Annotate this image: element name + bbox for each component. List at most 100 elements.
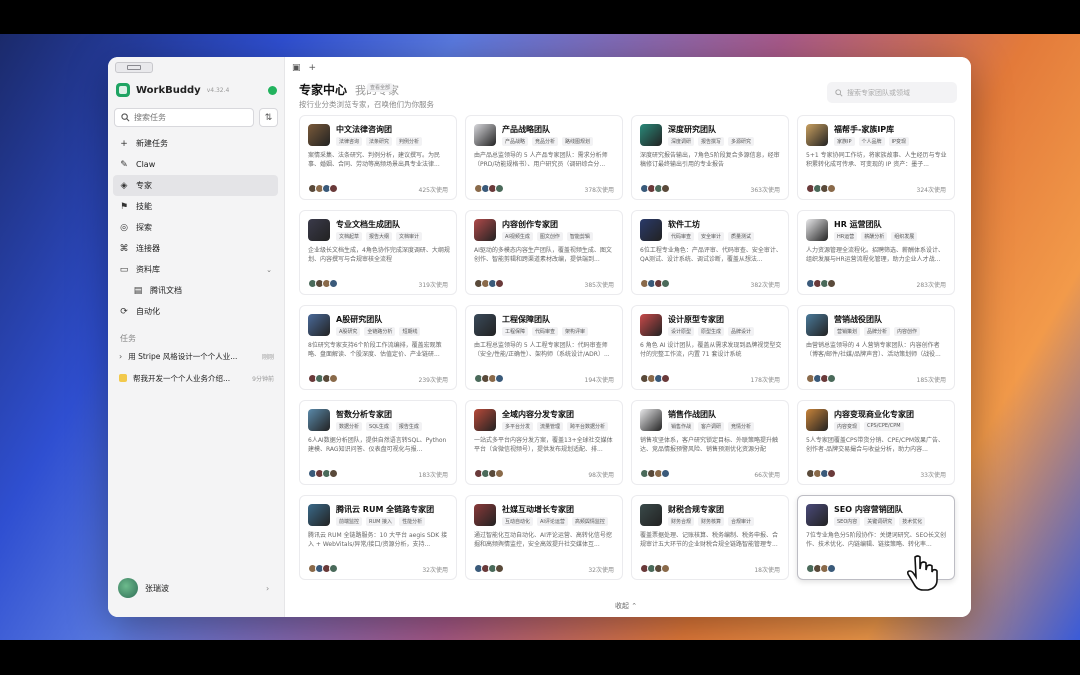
expert-description: 腾讯云 RUM 全链路服务：10 大平台 aegis SDK 接入 + WebV…	[308, 532, 448, 548]
chevron-right-icon[interactable]: ›	[266, 584, 269, 593]
expert-card[interactable]: 设计原型专家团 设计原型 原型生成 品牌设计 6 角色 AI 设计团队，覆盖从需求发…	[631, 305, 789, 390]
sidebar-item-label: 资料库	[136, 265, 160, 274]
expert-description: 由工程总监领导的 5 人工程专家团队：代码审查师（安全/性能/正确性）、架构师（…	[474, 342, 610, 358]
sidebar-toggle-button[interactable]	[115, 62, 153, 73]
member-avatar	[827, 184, 836, 193]
filter-button[interactable]: ⇅	[259, 108, 278, 127]
task-item[interactable]: 帮我开发一个个人业务介绍... 9分钟前	[113, 367, 278, 389]
app-version: v4.32.4	[206, 86, 230, 94]
sidebar: WorkBuddy v4.32.4 搜索任务 ⇅ + 新建任务 ✎ Claw ◈ 专家…	[108, 57, 285, 617]
expert-card[interactable]: A股研究团队 A股研究 全链路分析 短期线 8位研究专家支持6个阶段工作流编排，覆盖…	[299, 305, 457, 390]
expert-search-placeholder: 搜索专家团队或领域	[847, 88, 910, 97]
sidebar-item-explore[interactable]: ◎ 探索	[113, 217, 278, 238]
expert-tag: 前端监控	[336, 517, 363, 526]
expert-tag: 质量测试	[728, 232, 755, 241]
expert-tag: 流量管理	[537, 422, 564, 431]
task-title: 帮我开发一个个人业务介绍...	[133, 373, 231, 383]
task-item[interactable]: › 用 Stripe 风格设计一个个人业... 刚刚	[113, 345, 278, 367]
expert-tag: 安全审计	[698, 232, 725, 241]
expert-tag: 销售作战	[668, 422, 695, 431]
expert-card[interactable]: 智数分析专家团 数据分析 SQL生成 报告生成 6人AI数据分析团队，提供自然语言转…	[299, 400, 457, 485]
expert-tags: 工程保障 代码审查 架构评审	[502, 327, 589, 336]
sidebar-item-tencent-docs[interactable]: ▤ 腾讯文档	[113, 280, 278, 301]
expert-tags: 法律咨询 法条研究 判例分析	[336, 137, 423, 146]
member-avatars	[640, 469, 670, 478]
collapse-button[interactable]: 收起 ⌃	[615, 601, 637, 611]
avatar	[118, 578, 138, 598]
user-profile[interactable]: 张瑞波	[118, 578, 169, 598]
plus-icon[interactable]: +	[309, 63, 317, 73]
sidebar-item-label: 探索	[136, 223, 152, 232]
expert-tag: 财务核算	[698, 517, 725, 526]
expert-card[interactable]: 销售作战团队 销售作战 客户调研 竞情分析 销售攻坚体系，客户研究锁定目标、外联策略…	[631, 400, 789, 485]
task-time: 刚刚	[261, 353, 274, 361]
expert-card[interactable]: 全域内容分发专家团 多平台分发 流量管理 跨平台数据分析 一站式多平台内容分发方案，…	[465, 400, 623, 485]
sidebar-item-automation[interactable]: ⟳ 自动化	[113, 301, 278, 322]
expert-tag: 多平台分发	[502, 422, 534, 431]
user-name: 张瑞波	[145, 583, 169, 593]
expert-card[interactable]: 中文法律咨询团 法律咨询 法条研究 判例分析 案情采集、法条研究、判例分析，建议撰写…	[299, 115, 457, 200]
expert-card[interactable]: 社媒互动增长专家团 互动自动化 AI评论运营 高频舆情监控 通过智能化互动自动化、A…	[465, 495, 623, 580]
expert-card[interactable]: 营销战役团队 营销策划 品牌分析 内容创作 由营销总监领导的 4 人营销专家团队：内…	[797, 305, 955, 390]
expert-tag: 法条研究	[366, 137, 393, 146]
expert-tag: 竞品分析	[532, 137, 559, 146]
expert-team-name: 福帮手-家族IP库	[834, 125, 895, 134]
usage-count: 385次使用	[584, 282, 614, 289]
expert-tag: 报告撰写	[698, 137, 725, 146]
expert-tags: 产品战略 竞品分析 路线图规划	[502, 137, 594, 146]
sidebar-item-label: 腾讯文档	[150, 286, 182, 295]
sidebar-item-connector[interactable]: ⌘ 连接器	[113, 238, 278, 259]
expert-card[interactable]: 软件工坊 代码审查 安全审计 质量测试 6位工程专业角色：产品评审、代码审查、安全审…	[631, 210, 789, 295]
usage-count: 324次使用	[916, 187, 946, 194]
sidebar-item-label: 专家	[136, 181, 152, 190]
sidebar-item-expert[interactable]: ◈ 专家	[113, 175, 278, 196]
expert-card[interactable]: 深度研究团队 深度调研 报告撰写 多源研究 深度研究报告输出，7角色5阶段复合多源信…	[631, 115, 789, 200]
expert-card[interactable]: 产品战略团队 产品战略 竞品分析 路线图规划 由产品总监领导的 5 人产品专家团队：…	[465, 115, 623, 200]
member-avatars	[640, 184, 670, 193]
expert-team-avatar	[640, 504, 662, 526]
my-experts-badge: 查看全部	[367, 83, 394, 92]
usage-count: 98次使用	[588, 472, 614, 479]
expert-team-name: SEO 内容营销团队	[834, 505, 903, 514]
expert-team-name: 全域内容分发专家团	[502, 410, 574, 419]
task-search-input[interactable]: 搜索任务	[114, 108, 254, 127]
expert-description: 8位研究专家支持6个阶段工作流编排，覆盖宏观策略、盘面解读、个股深度、估值定价、…	[308, 342, 442, 358]
expert-card[interactable]: 专业文档生成团队 文档起草 报告大纲 文档审计 企业级长文档生成，4角色协作完成深度…	[299, 210, 457, 295]
chevron-up-icon: ⌃	[631, 602, 638, 610]
expert-team-avatar	[308, 504, 330, 526]
sidebar-item-library[interactable]: ▭ 资料库 ⌄	[113, 259, 278, 280]
expert-description: 人力资源管理全流程化。招聘筛选、薪酬体系设计、组织发展与HR运营流程化管理，助力…	[806, 247, 945, 263]
task-list: › 用 Stripe 风格设计一个个人业... 刚刚 帮我开发一个个人业务介绍...…	[113, 345, 278, 389]
online-status-icon	[268, 86, 277, 95]
expert-card[interactable]: 内容创作专家团 AI视频生成 图文创作 智能剪辑 AI驱动的多模态内容生产团队，覆盖…	[465, 210, 623, 295]
expert-team-name: 中文法律咨询团	[336, 125, 392, 134]
member-avatars	[806, 564, 836, 573]
sidebar-item-claw[interactable]: ✎ Claw	[113, 154, 278, 175]
expert-card[interactable]: 内容变现商业化专家团 内容变现 CPS/CPE/CPM 5人专家团覆盖CPS带货分…	[797, 400, 955, 485]
sidebar-item-skill[interactable]: ⚑ 技能	[113, 196, 278, 217]
expert-team-avatar	[640, 409, 662, 431]
expert-team-avatar	[474, 314, 496, 336]
expert-tag: 代码审查	[532, 327, 559, 336]
chevron-down-icon[interactable]: ⌄	[266, 266, 272, 274]
expert-tag: 关键词研究	[864, 517, 896, 526]
expert-card[interactable]: 财税合规专家团 财务合规 财务核算 合规审计 覆盖票据处理、记账核算、税务编制、税务…	[631, 495, 789, 580]
sidebar-item-new-task[interactable]: + 新建任务	[113, 133, 278, 154]
member-avatar	[329, 374, 338, 383]
member-avatars	[474, 279, 504, 288]
expert-tag: A股研究	[336, 327, 361, 336]
task-title: 用 Stripe 风格设计一个个人业...	[128, 351, 238, 361]
expert-team-name: 社媒互动增长专家团	[502, 505, 574, 514]
expert-card[interactable]: 福帮手-家族IP库 家族IP 个人品牌 IP变现 5+1 专家协同工作坊，将家族故事…	[797, 115, 955, 200]
expert-card[interactable]: 腾讯云 RUM 全链路专家团 前端监控 RUM 接入 性能分析 腾讯云 RUM 全链…	[299, 495, 457, 580]
expert-team-avatar	[806, 314, 828, 336]
expert-search-input[interactable]: 搜索专家团队或领域	[827, 82, 957, 103]
expert-tag: 数据分析	[336, 422, 363, 431]
expert-team-name: 专业文档生成团队	[336, 220, 400, 229]
expert-card[interactable]: 工程保障团队 工程保障 代码审查 架构评审 由工程总监领导的 5 人工程专家团队：代…	[465, 305, 623, 390]
expert-card[interactable]: HR 运营团队 HR运营 薪酬分析 组织发展 人力资源管理全流程化。招聘筛选、薪酬体…	[797, 210, 955, 295]
automation-icon: ⟳	[120, 306, 128, 317]
panel-toggle-icon[interactable]: ▣	[292, 63, 301, 73]
expert-tag: 产品战略	[502, 137, 529, 146]
expert-tag: 性能分析	[399, 517, 426, 526]
